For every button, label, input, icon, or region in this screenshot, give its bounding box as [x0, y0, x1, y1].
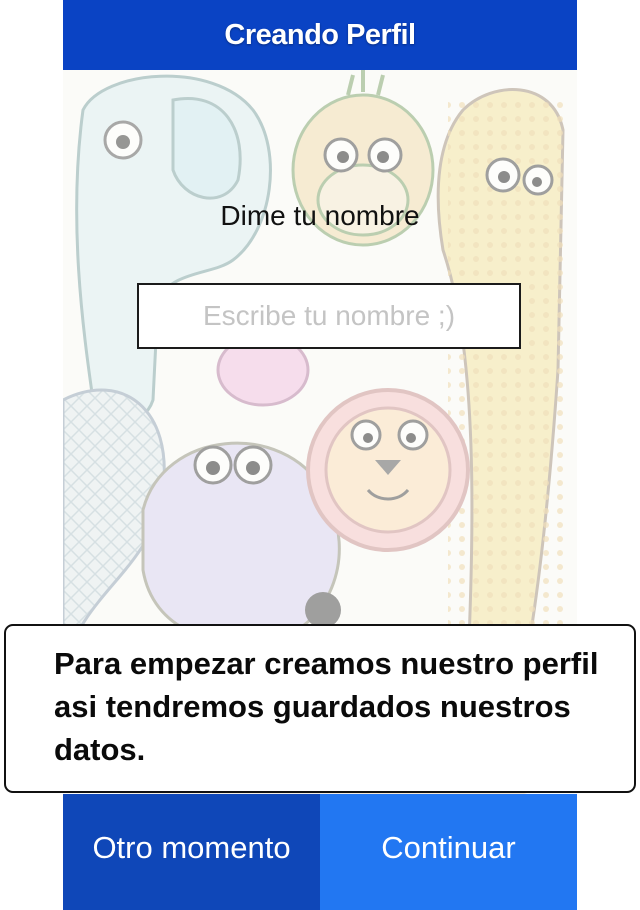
continue-button[interactable]: Continuar: [320, 794, 577, 910]
footer-button-bar: Otro momento Continuar: [63, 794, 577, 910]
later-button[interactable]: Otro momento: [63, 794, 320, 910]
name-input[interactable]: [137, 283, 521, 349]
info-message: Para empezar creamos nuestro perfil asi …: [54, 646, 599, 767]
info-callout: Para empezar creamos nuestro perfil asi …: [4, 624, 636, 793]
page-title: Creando Perfil: [224, 18, 416, 51]
profile-form: Dime tu nombre: [63, 70, 577, 630]
title-bar: Creando Perfil: [63, 0, 577, 70]
name-prompt-label: Dime tu nombre: [220, 200, 420, 231]
